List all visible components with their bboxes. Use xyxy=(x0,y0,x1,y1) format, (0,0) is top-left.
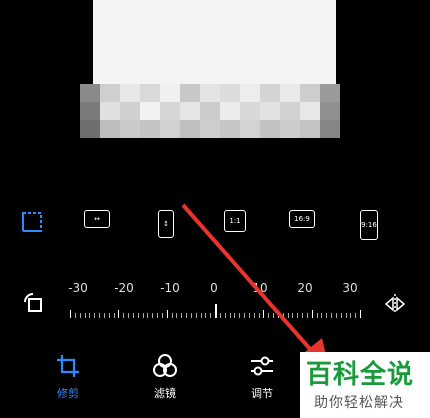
watermark-logo: 百科全说 助你轻松解决 xyxy=(300,352,430,418)
watermark-title: 百科全说 xyxy=(306,360,415,390)
watermark-subtitle: 助你轻松解决 xyxy=(314,395,404,411)
